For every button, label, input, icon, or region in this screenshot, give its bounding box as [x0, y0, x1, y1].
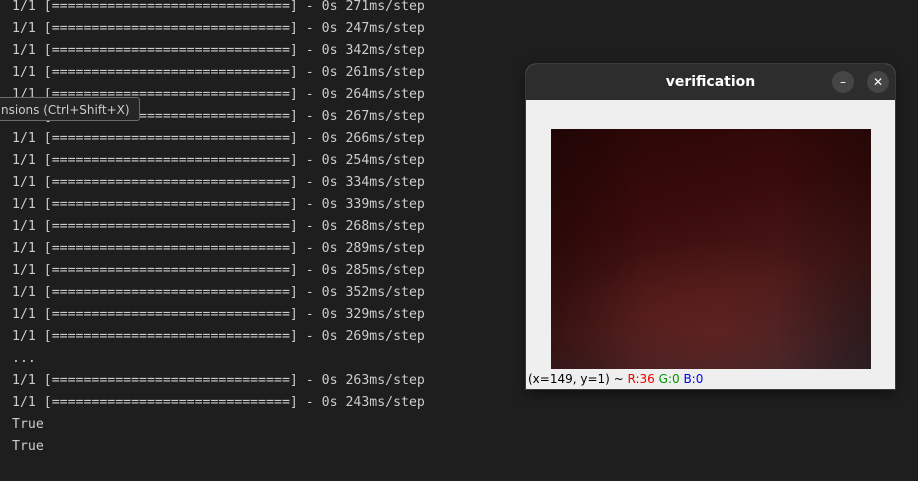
terminal-line: 1/1 [==============================] - 0…	[12, 263, 425, 278]
terminal-line: 1/1 [==============================] - 0…	[12, 65, 425, 80]
terminal-line: 1/1 [==============================] - 0…	[12, 307, 425, 322]
extensions-tooltip: nsions (Ctrl+Shift+X)	[0, 97, 140, 121]
close-icon: ✕	[872, 75, 884, 89]
pixel-status-bar: (x=149, y=1) ~ R:36 G:0 B:0	[528, 371, 703, 388]
status-blue-value: B:0	[683, 372, 704, 386]
status-red-value: R:36	[627, 372, 655, 386]
window-body: (x=149, y=1) ~ R:36 G:0 B:0	[526, 100, 895, 389]
status-green-value: G:0	[658, 372, 680, 386]
terminal-line: 1/1 [==============================] - 0…	[12, 197, 425, 212]
terminal-line: 1/1 [==============================] - 0…	[12, 219, 425, 234]
close-button[interactable]: ✕	[867, 71, 889, 93]
minimize-icon: –	[840, 75, 846, 89]
terminal-output: 1/1 [==============================] - 0…	[12, 0, 425, 458]
terminal-line: 1/1 [==============================] - 0…	[12, 395, 425, 410]
verification-window[interactable]: verification – ✕ (x=149, y=1) ~ R:36 G:0…	[526, 64, 895, 389]
terminal-line-result: True	[12, 417, 44, 432]
status-coords: (x=149, y=1) ~	[528, 372, 628, 386]
terminal-line: 1/1 [==============================] - 0…	[12, 175, 425, 190]
terminal-line: 1/1 [==============================] - 0…	[12, 329, 425, 344]
camera-frame-image[interactable]	[551, 129, 871, 369]
terminal-line: 1/1 [==============================] - 0…	[12, 241, 425, 256]
window-titlebar[interactable]: verification – ✕	[526, 64, 895, 100]
terminal-line: 1/1 [==============================] - 0…	[12, 21, 425, 36]
terminal-line: 1/1 [==============================] - 0…	[12, 153, 425, 168]
terminal-line: 1/1 [==============================] - 0…	[12, 0, 425, 14]
terminal-line: 1/1 [==============================] - 0…	[12, 131, 425, 146]
terminal-line: 1/1 [==============================] - 0…	[12, 285, 425, 300]
terminal-line: 1/1 [==============================] - 0…	[12, 373, 425, 388]
terminal-line-ellipsis: ...	[12, 351, 36, 366]
terminal-line: 1/1 [==============================] - 0…	[12, 43, 425, 58]
minimize-button[interactable]: –	[832, 71, 854, 93]
terminal-line-result: True	[12, 439, 44, 454]
